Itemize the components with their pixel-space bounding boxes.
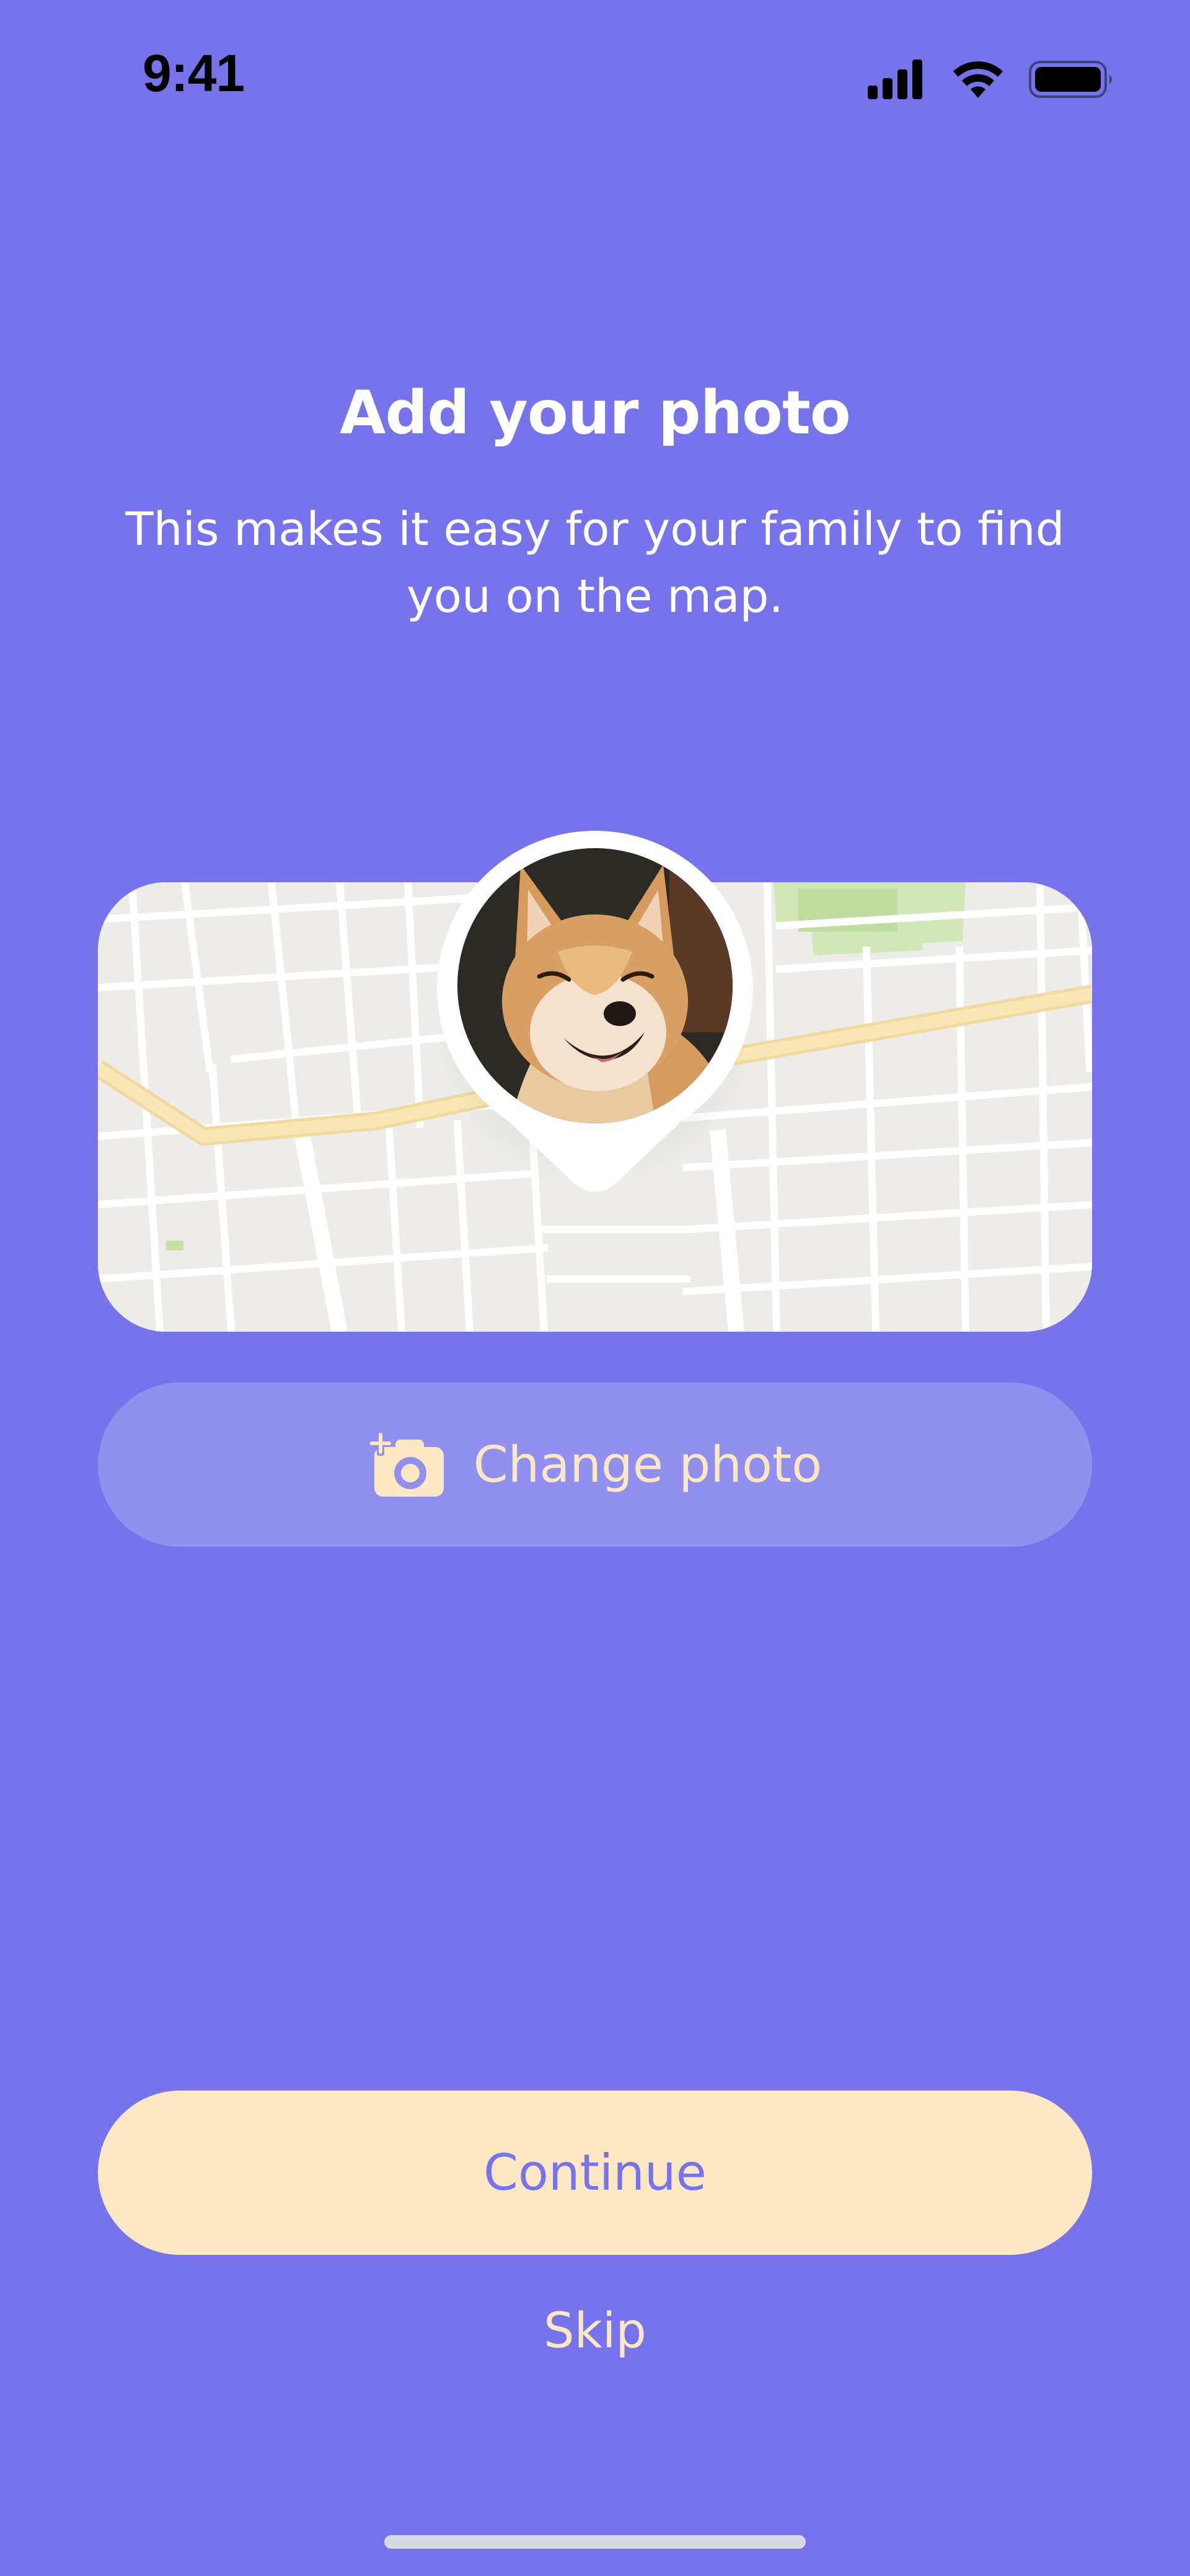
wifi-icon xyxy=(953,61,1003,98)
status-bar-time: 9:41 xyxy=(143,44,245,102)
page-subtitle: This makes it easy for your family to fi… xyxy=(125,503,1065,623)
page-title: Add your photo xyxy=(340,378,851,448)
change-photo-button[interactable]: Change photo xyxy=(98,1383,1092,1547)
continue-button[interactable]: Continue xyxy=(98,2091,1092,2255)
status-bar-icons xyxy=(868,60,1112,99)
continue-label: Continue xyxy=(483,2144,707,2202)
location-pin-icon xyxy=(437,831,753,1192)
change-photo-label: Change photo xyxy=(473,1436,822,1494)
add-photo-camera-icon xyxy=(368,1430,444,1497)
cellular-signal-icon xyxy=(868,60,922,99)
skip-link[interactable]: Skip xyxy=(471,2294,719,2368)
battery-icon xyxy=(1029,61,1112,98)
park-area xyxy=(166,1241,183,1250)
onboarding-add-photo-screen: 9:41 Add your photo This makes it easy f… xyxy=(0,0,1190,2576)
home-indicator[interactable] xyxy=(384,2535,806,2549)
